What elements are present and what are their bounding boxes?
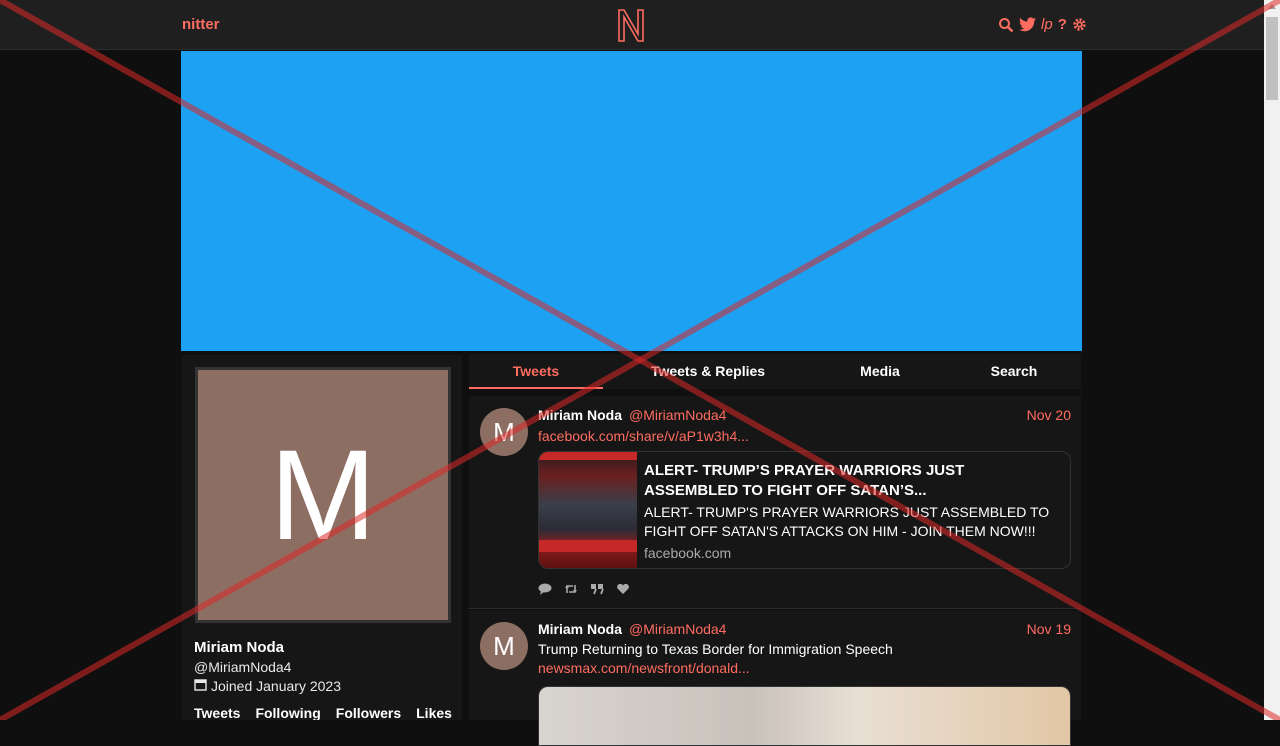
profile-card: M Miriam Noda @MiriamNoda4 Joined Januar… [182,355,462,720]
stat-following[interactable]: Following [255,705,320,720]
page-scrollbar[interactable] [1264,0,1280,720]
timeline-tabs: Tweets Tweets & Replies Media Search [469,354,1081,389]
profile-joined: Joined January 2023 [194,678,341,694]
nitter-logo-icon [618,9,644,42]
tweet-author-handle[interactable]: @MiriamNoda4 [629,621,726,637]
stat-tweets[interactable]: Tweets [194,705,240,720]
card-description: ALERT- TRUMP'S PRAYER WARRIORS JUST ASSE… [644,504,1050,539]
gear-icon[interactable] [1072,17,1087,32]
tweet-date[interactable]: Nov 20 [1027,407,1071,423]
tab-media[interactable]: Media [835,363,925,379]
search-icon[interactable] [998,17,1014,33]
tweet-text: Trump Returning to Texas Border for Immi… [538,641,893,657]
reply-icon[interactable] [538,583,552,595]
tweet-link[interactable]: facebook.com/share/v/aP1w3h4... [538,428,749,444]
tweet-author-name[interactable]: Miriam Noda [538,621,622,637]
tweet-link[interactable]: newsmax.com/newsfront/donald... [538,660,750,676]
brand-link[interactable]: nitter [182,16,220,33]
profile-name[interactable]: Miriam Noda [194,639,284,656]
tweet-avatar[interactable]: M [480,408,528,456]
stat-likes[interactable]: Likes [416,705,452,720]
tab-tweets[interactable]: Tweets [469,363,603,379]
joined-date: Joined January 2023 [211,678,341,694]
card-thumbnail [539,452,637,568]
scrollbar-thumb[interactable] [1266,17,1278,100]
quote-icon[interactable] [590,583,604,595]
tab-search[interactable]: Search [969,363,1059,379]
retweet-icon[interactable] [564,583,578,595]
tweet-item[interactable]: M Miriam Noda @MiriamNoda4 Nov 20 facebo… [469,396,1081,609]
tweet-date[interactable]: Nov 19 [1027,621,1071,637]
help-icon[interactable]: ? [1058,16,1067,33]
nav-icons: lp ? [998,16,1087,33]
profile-stats: Tweets Following Followers Likes [194,705,452,720]
tweet-item[interactable]: M Miriam Noda @MiriamNoda4 Nov 19 Trump … [469,610,1081,746]
active-tab-indicator [469,387,603,389]
nitter-logo[interactable] [617,8,645,45]
scroll-up-arrow-icon[interactable] [1268,4,1276,9]
tweet-author-handle[interactable]: @MiriamNoda4 [629,407,726,423]
profile-banner[interactable] [181,51,1082,351]
stat-followers[interactable]: Followers [336,705,401,720]
lp-icon[interactable]: lp [1041,16,1053,33]
tweet-author-name[interactable]: Miriam Noda [538,407,622,423]
tweet-actions [538,583,630,595]
calendar-icon [194,678,207,694]
tweet-media-image[interactable] [538,686,1071,746]
profile-avatar[interactable]: M [195,367,451,623]
tweet-avatar[interactable]: M [480,622,528,670]
card-domain: facebook.com [644,545,732,561]
twitter-icon[interactable] [1019,17,1036,32]
card-title: ALERT- TRUMP’S PRAYER WARRIORS JUST ASSE… [644,462,965,499]
like-icon[interactable] [616,583,630,595]
tab-tweets-replies[interactable]: Tweets & Replies [619,363,797,379]
navbar: nitter lp ? [0,0,1264,50]
link-card[interactable]: ALERT- TRUMP’S PRAYER WARRIORS JUST ASSE… [538,451,1071,569]
profile-handle[interactable]: @MiriamNoda4 [194,659,291,675]
